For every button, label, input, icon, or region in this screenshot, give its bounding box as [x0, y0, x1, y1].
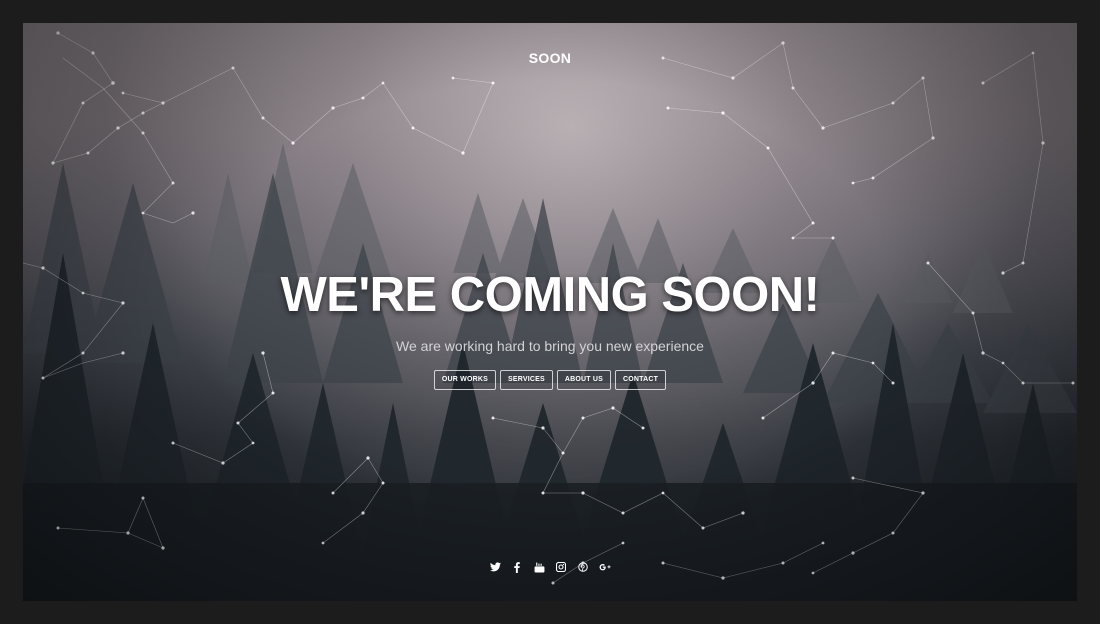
social-links	[23, 560, 1077, 574]
facebook-icon[interactable]	[510, 560, 524, 574]
google-plus-icon[interactable]	[598, 560, 612, 574]
nav-contact-button[interactable]: CONTACT	[615, 370, 667, 390]
page-subtitle: We are working hard to bring you new exp…	[396, 338, 704, 354]
youtube-icon[interactable]	[532, 560, 546, 574]
coming-soon-page: SOON WE'RE COMING SOON! We are working h…	[23, 23, 1077, 601]
pinterest-icon[interactable]	[576, 560, 590, 574]
page-title: WE'RE COMING SOON!	[280, 268, 820, 322]
main-nav: OUR WORKS SERVICES ABOUT US CONTACT	[23, 370, 1077, 390]
twitter-icon[interactable]	[488, 560, 502, 574]
instagram-icon[interactable]	[554, 560, 568, 574]
nav-about-us-button[interactable]: ABOUT US	[556, 370, 612, 390]
nav-our-works-button[interactable]: OUR WORKS	[433, 370, 496, 390]
nav-services-button[interactable]: SERVICES	[500, 370, 553, 390]
brand-logo[interactable]: SOON	[23, 50, 1077, 66]
